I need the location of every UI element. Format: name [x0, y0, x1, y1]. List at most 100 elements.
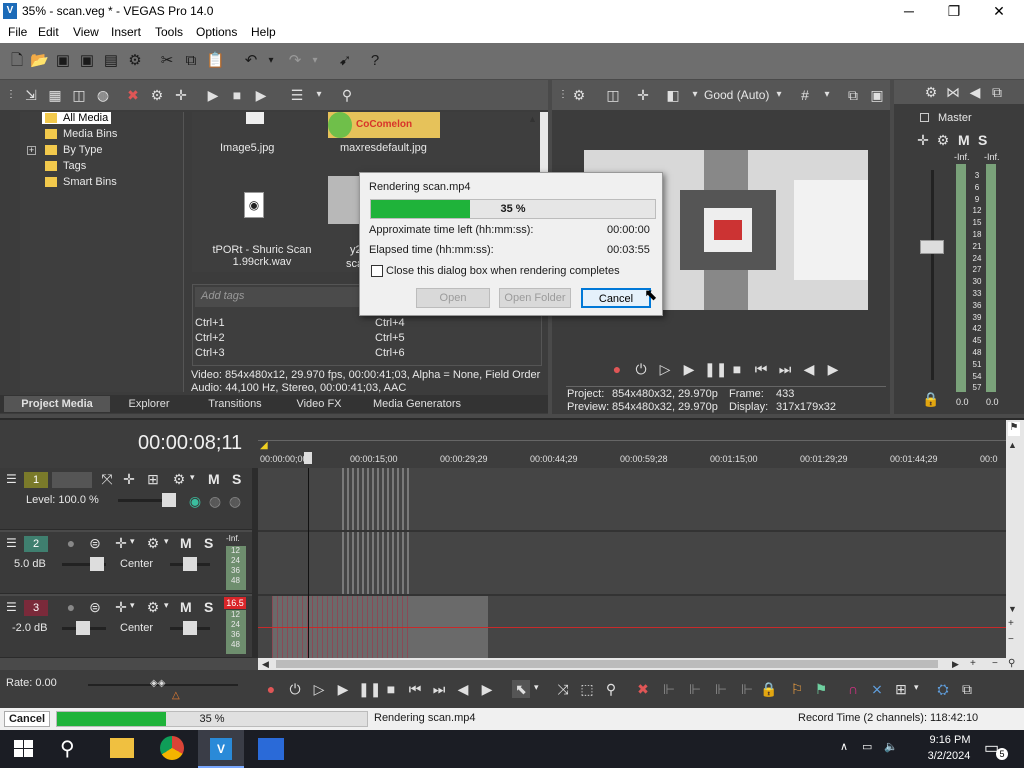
split-icon[interactable]: ⊩: [738, 680, 756, 698]
preview-quality-select[interactable]: Good (Auto): [704, 88, 769, 102]
cut-icon[interactable]: ✂: [158, 52, 176, 70]
render-as-icon[interactable]: ▤: [102, 52, 120, 70]
track-number[interactable]: 1: [24, 472, 48, 488]
enable-snapping-icon[interactable]: ∩: [844, 680, 862, 698]
play-icon[interactable]: ▶: [334, 680, 352, 698]
track-fx-icon[interactable]: ✛: [112, 598, 130, 616]
scroll-left-icon[interactable]: ◀: [262, 659, 269, 670]
lock-icon[interactable]: 🔒: [922, 390, 940, 408]
new-project-icon[interactable]: 🗋: [8, 52, 26, 70]
track-expand-icon[interactable]: ☰: [6, 472, 17, 486]
copy-icon[interactable]: ⧉: [182, 52, 200, 70]
minimize-button[interactable]: ─: [886, 0, 932, 22]
master-select-icon[interactable]: [920, 113, 929, 122]
delete-icon[interactable]: ✖: [634, 680, 652, 698]
overlays-icon[interactable]: #: [796, 86, 814, 104]
track-expand-icon[interactable]: ☰: [6, 536, 17, 550]
marker-flag-icon[interactable]: ⚑: [1008, 422, 1020, 436]
tag-shortcut-1[interactable]: Ctrl+1: [195, 317, 225, 329]
trim-end-icon[interactable]: ⊩: [712, 680, 730, 698]
redo-dropdown-icon[interactable]: ▾: [306, 52, 324, 70]
play-icon[interactable]: ▶: [204, 86, 222, 104]
track-settings-icon[interactable]: ⚙: [144, 534, 162, 552]
next-frame-icon[interactable]: ▶: [824, 360, 842, 378]
master-bus-options-icon[interactable]: ⧉: [988, 83, 1006, 101]
normal-edit-tool-icon[interactable]: ⬉: [512, 680, 530, 698]
insert-region-icon[interactable]: ⚑: [812, 680, 830, 698]
parent-overlay-icon[interactable]: ◍: [206, 492, 224, 510]
go-to-end-icon[interactable]: ⏭: [776, 360, 794, 378]
arm-record-icon[interactable]: ●: [62, 598, 80, 616]
dim-output-icon[interactable]: ◀: [966, 83, 984, 101]
settings-dropdown-icon[interactable]: ▾: [190, 472, 195, 483]
menu-edit[interactable]: Edit: [38, 25, 59, 39]
cocomelon-thumbnail[interactable]: CoComelon: [328, 112, 440, 138]
open-icon[interactable]: 📂: [30, 52, 49, 70]
mute-button[interactable]: M: [180, 535, 192, 551]
properties-icon[interactable]: ⚙: [126, 52, 144, 70]
zoom-tool-icon[interactable]: ⚲: [1008, 658, 1015, 669]
volume-slider-handle[interactable]: [90, 557, 104, 571]
pause-icon[interactable]: ❚❚: [358, 680, 381, 698]
peak-indicator[interactable]: 16.5: [224, 597, 246, 609]
play-from-start-icon[interactable]: ▷: [656, 360, 674, 378]
trim-start-icon[interactable]: ⊩: [686, 680, 704, 698]
capture-icon[interactable]: ▦: [46, 86, 64, 104]
track-fx-icon[interactable]: ✛: [120, 470, 138, 488]
scroll-up-icon[interactable]: ▲: [1008, 440, 1017, 450]
zoom-in-vertical-icon[interactable]: +: [1008, 618, 1014, 629]
insert-marker-icon[interactable]: ⚐: [788, 680, 806, 698]
volume-slider-handle[interactable]: [76, 621, 90, 635]
go-to-start-icon[interactable]: ⏮: [752, 360, 770, 378]
next-frame-icon[interactable]: ▶: [478, 680, 496, 698]
expand-icon[interactable]: +: [27, 146, 36, 155]
pan-slider-handle[interactable]: [183, 557, 197, 571]
auto-crossfades-icon[interactable]: ⨯: [868, 680, 886, 698]
audio-event[interactable]: [342, 532, 412, 594]
invert-phase-icon[interactable]: ⊜: [86, 598, 104, 616]
tab-video-fx[interactable]: Video FX: [284, 396, 354, 412]
track-motion-icon[interactable]: ⤧: [98, 470, 116, 488]
get-media-icon[interactable]: ◫: [70, 86, 88, 104]
file-explorer-icon[interactable]: [110, 738, 134, 758]
maximize-button[interactable]: ❐: [931, 0, 977, 22]
close-button[interactable]: ✕: [976, 0, 1022, 22]
tree-item-all-media[interactable]: All Media: [42, 112, 112, 124]
master-solo-button[interactable]: S: [978, 132, 987, 148]
video-fx-icon[interactable]: ✛: [634, 86, 652, 104]
scroll-right-icon[interactable]: ▶: [952, 659, 959, 670]
views-dropdown-icon[interactable]: ▾: [310, 86, 328, 104]
clock-time[interactable]: 9:16 PM: [920, 734, 980, 746]
fx-dropdown-icon[interactable]: ▾: [130, 536, 135, 547]
go-to-start-icon[interactable]: ⏮: [406, 680, 424, 698]
views-icon[interactable]: ☰: [288, 86, 306, 104]
split-screen-icon[interactable]: ◧: [664, 86, 682, 104]
tag-shortcut-2[interactable]: Ctrl+2: [195, 332, 225, 344]
preview-properties-icon[interactable]: ⚙: [570, 86, 588, 104]
menu-file[interactable]: File: [8, 25, 27, 39]
playhead-handle[interactable]: [304, 452, 312, 464]
solo-button[interactable]: S: [232, 471, 241, 487]
scroll-thumb[interactable]: [276, 660, 938, 668]
stop-icon[interactable]: ■: [728, 360, 746, 378]
composite-mode-icon[interactable]: ◉: [186, 492, 204, 510]
rate-slider-handle[interactable]: ◈◈: [150, 678, 165, 689]
compositing-icon[interactable]: ⊞: [144, 470, 162, 488]
envelope-edit-tool-icon[interactable]: ⤨: [554, 680, 572, 698]
external-monitor-icon[interactable]: ◫: [604, 86, 622, 104]
tag-shortcut-5[interactable]: Ctrl+5: [375, 332, 405, 344]
tab-transitions[interactable]: Transitions: [192, 396, 278, 412]
solo-button[interactable]: S: [204, 599, 213, 615]
tag-shortcut-4[interactable]: Ctrl+4: [375, 317, 405, 329]
track-name-field[interactable]: [52, 472, 92, 488]
timeline-ruler[interactable]: 00:00:00;00 00:00:15;00 00:00:29;29 00:0…: [258, 420, 1006, 468]
go-to-end-icon[interactable]: ⏭: [430, 680, 448, 698]
video-thumbnail[interactable]: [328, 176, 360, 224]
undo-icon[interactable]: ↶: [242, 52, 260, 70]
timeline-horizontal-scrollbar[interactable]: ◀ ▶ + − ⚲: [258, 658, 1024, 670]
auto-ripple-icon[interactable]: ⊞: [892, 680, 910, 698]
previous-frame-icon[interactable]: ◀: [454, 680, 472, 698]
menu-tools[interactable]: Tools: [155, 25, 183, 39]
fx-dropdown-icon[interactable]: ▾: [130, 600, 135, 611]
lock-icon[interactable]: 🔒: [760, 680, 778, 698]
